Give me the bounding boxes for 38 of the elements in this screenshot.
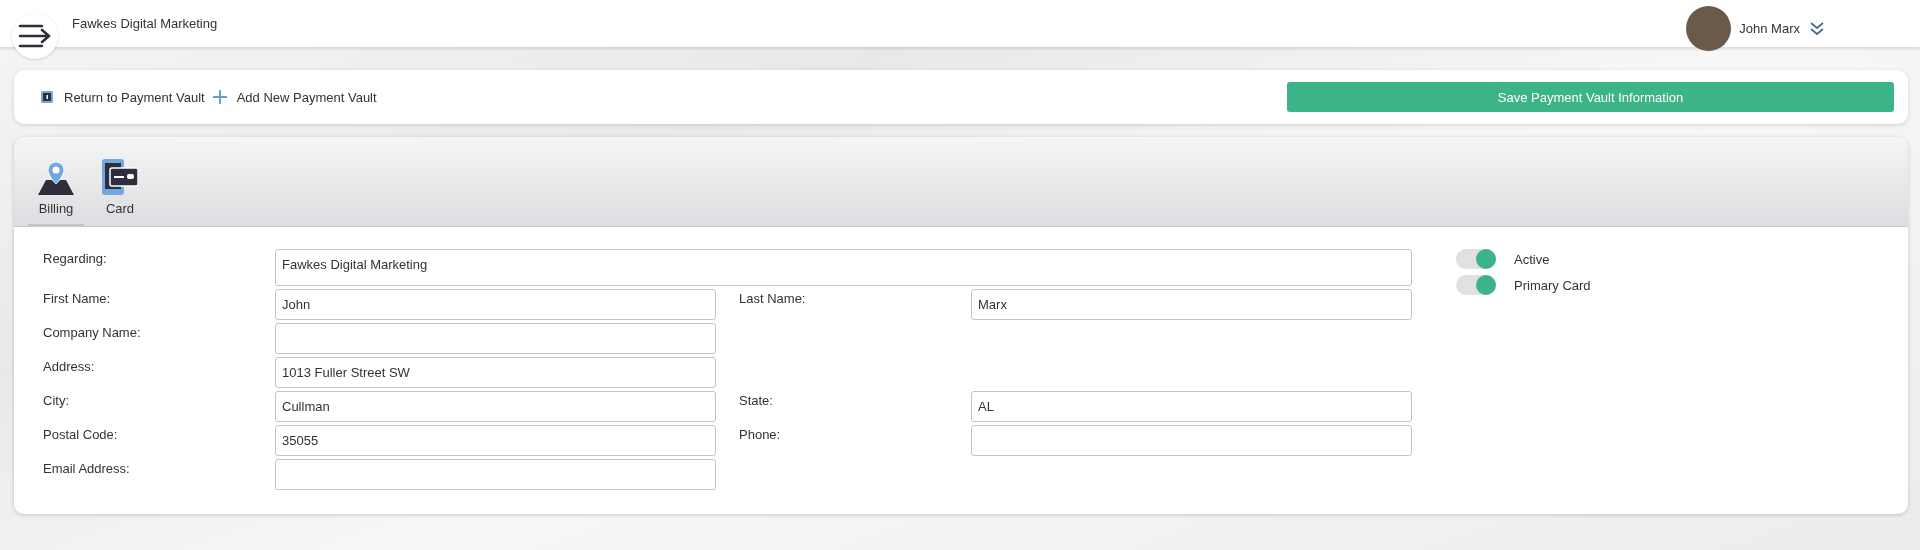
tab[interactable]: Card (92, 159, 148, 226)
map-pin-icon (38, 162, 74, 195)
return-link[interactable]: Return to Payment Vault (40, 89, 205, 105)
toggle-label: Active (1514, 251, 1550, 267)
menu-icon (18, 23, 52, 49)
toggle-switch[interactable] (1456, 249, 1496, 269)
field-label: Postal Code: (43, 426, 119, 442)
tab[interactable]: Billing (28, 162, 84, 226)
field-label: City: (43, 392, 70, 408)
user-name[interactable]: John Marx (1739, 21, 1800, 36)
input-field[interactable]: 1013 Fuller Street SW (275, 357, 716, 388)
vault-icon (40, 90, 54, 104)
input-field[interactable]: John (275, 289, 716, 320)
input-field[interactable]: Cullman (275, 391, 716, 422)
avatar[interactable] (1686, 6, 1732, 51)
field-label: First Name: (43, 290, 112, 306)
chevron-down-icon[interactable] (1810, 21, 1824, 36)
input-field[interactable]: Marx (971, 289, 1412, 320)
input-field[interactable] (971, 425, 1412, 456)
input-field[interactable]: 35055 (275, 425, 716, 456)
field-label: Last Name: (739, 290, 807, 306)
input-field[interactable]: AL (971, 391, 1412, 422)
field-label: Phone: (739, 426, 782, 442)
card-icon (102, 159, 138, 195)
company-name: Fawkes Digital Marketing (72, 16, 218, 31)
field-label: Address: (43, 358, 96, 374)
plus-icon (212, 90, 227, 104)
field-label: State: (739, 392, 774, 408)
toggle-label: Primary Card (1514, 277, 1591, 293)
input-field[interactable]: Fawkes Digital Marketing (275, 249, 1412, 286)
input-field[interactable] (275, 459, 716, 490)
menu-button[interactable] (12, 13, 58, 59)
field-label: Company Name: (43, 324, 142, 340)
field-label: Email Address: (43, 460, 131, 476)
toggle-switch[interactable] (1456, 275, 1496, 295)
field-label: Regarding: (43, 250, 108, 266)
input-field[interactable] (275, 323, 716, 354)
add-link[interactable]: Add New Payment Vault (212, 89, 377, 105)
